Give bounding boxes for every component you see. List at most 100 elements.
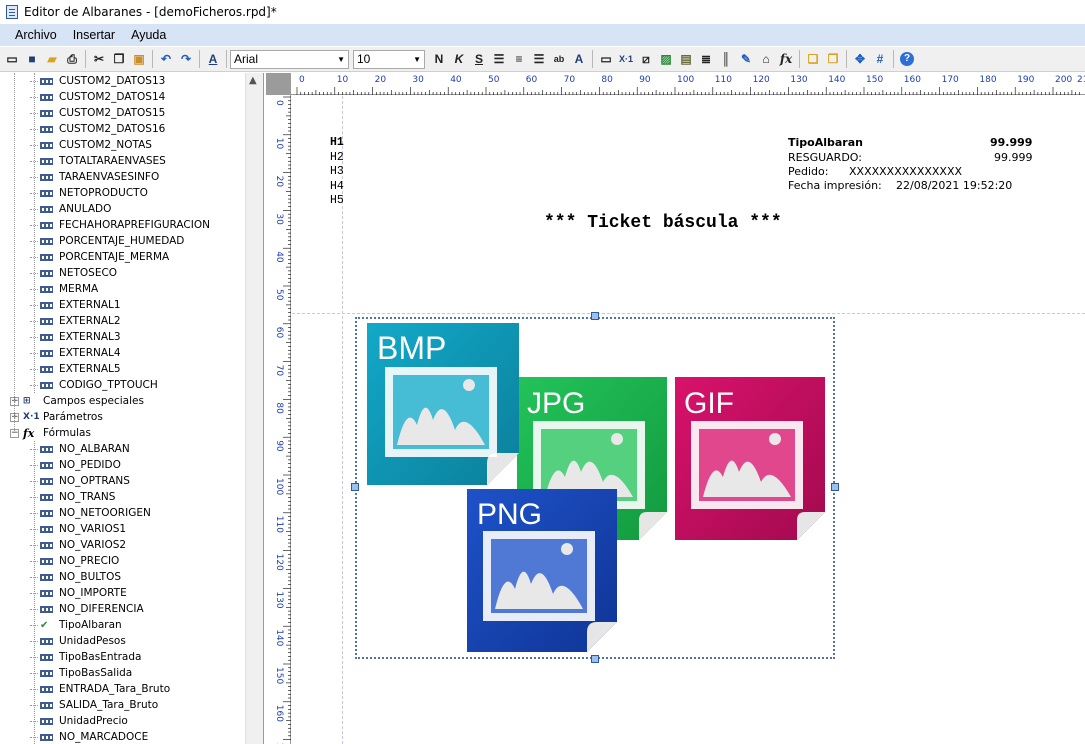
menu-archivo[interactable]: Archivo <box>8 28 66 42</box>
resize-handle-top[interactable] <box>591 312 599 320</box>
database-icon[interactable]: ▤ <box>676 49 696 69</box>
tree-item[interactable]: CUSTOM2_DATOS13 <box>30 73 165 89</box>
tree-item[interactable]: NO_OPTRANS <box>30 473 130 489</box>
image-frame[interactable]: GIF JPG BMP PNG <box>355 317 835 659</box>
picture-icon[interactable]: ▨ <box>656 49 676 69</box>
font-color-icon[interactable]: A <box>569 49 589 69</box>
tipo-albaran-value[interactable]: 99.999 <box>990 136 1032 149</box>
tree-item[interactable]: NO_MARCADOCE <box>30 729 148 744</box>
tree-item[interactable]: CUSTOM2_NOTAS <box>30 137 152 153</box>
snap-icon[interactable]: ✥ <box>850 49 870 69</box>
tree-item[interactable]: NETOSECO <box>30 265 117 281</box>
font-style-icon[interactable]: A <box>203 49 223 69</box>
pedido-value[interactable]: XXXXXXXXXXXXXXX <box>849 165 962 178</box>
font-size-combo[interactable]: 10 ▼ <box>353 49 425 69</box>
save-icon[interactable]: ■ <box>22 49 42 69</box>
tree-item[interactable]: ✔ TipoAlbaran <box>30 617 122 633</box>
tree-item[interactable]: TipoBasSalida <box>30 665 132 681</box>
header-h5[interactable]: H5 <box>330 194 344 207</box>
tree-item[interactable]: NO_TRANS <box>30 489 115 505</box>
tree-item[interactable]: CUSTOM2_DATOS14 <box>30 89 165 105</box>
parameter-icon[interactable]: X·1 <box>616 49 636 69</box>
copy-icon[interactable]: ❐ <box>109 49 129 69</box>
header-h4[interactable]: H4 <box>330 180 344 193</box>
image-frame-icon[interactable]: ⧄ <box>636 49 656 69</box>
new-icon[interactable]: ▭ <box>2 49 22 69</box>
text-field-icon[interactable]: ▭ <box>596 49 616 69</box>
redo-icon[interactable]: ↷ <box>176 49 196 69</box>
underline-button[interactable]: S <box>469 49 489 69</box>
print-icon[interactable]: ⎙ <box>62 49 82 69</box>
scroll-up-icon[interactable]: ▲ <box>249 75 257 86</box>
tree-group-formulas[interactable]: − fx Fórmulas <box>10 425 91 441</box>
list-icon[interactable]: ≣ <box>696 49 716 69</box>
paste-icon[interactable]: ▣ <box>129 49 149 69</box>
tree-item[interactable]: NO_VARIOS1 <box>30 521 126 537</box>
tree-item[interactable]: EXTERNAL4 <box>30 345 121 361</box>
tree-item[interactable]: EXTERNAL1 <box>30 297 121 313</box>
tree-group-parametros[interactable]: + X·1 Parámetros <box>10 409 103 425</box>
menu-insertar[interactable]: Insertar <box>66 28 124 42</box>
tree-group-campos-especiales[interactable]: + ⊞ Campos especiales <box>10 393 144 409</box>
text-color-icon[interactable]: ab <box>549 49 569 69</box>
resize-handle-right[interactable] <box>831 483 839 491</box>
tree-item[interactable]: TipoBasEntrada <box>30 649 141 665</box>
italic-button[interactable]: K <box>449 49 469 69</box>
open-icon[interactable]: ▰ <box>42 49 62 69</box>
bring-front-icon[interactable]: ❏ <box>803 49 823 69</box>
pedido-label[interactable]: Pedido: <box>788 165 828 178</box>
tree-item[interactable]: EXTERNAL2 <box>30 313 121 329</box>
tree-item[interactable]: UnidadPrecio <box>30 713 128 729</box>
header-h2[interactable]: H2 <box>330 151 344 164</box>
tree-item[interactable]: NO_PEDIDO <box>30 457 121 473</box>
tree-item[interactable]: NO_NETOORIGEN <box>30 505 151 521</box>
resguardo-value[interactable]: 99.999 <box>994 151 1033 164</box>
header-h3[interactable]: H3 <box>330 165 344 178</box>
tree-item[interactable]: EXTERNAL3 <box>30 329 121 345</box>
align-left-icon[interactable]: ☰ <box>489 49 509 69</box>
undo-icon[interactable]: ↶ <box>156 49 176 69</box>
tree-item[interactable]: EXTERNAL5 <box>30 361 121 377</box>
tree-item[interactable]: TOTALTARAENVASES <box>30 153 166 169</box>
tree-item[interactable]: PORCENTAJE_HUMEDAD <box>30 233 184 249</box>
tree-item[interactable]: SALIDA_Tara_Bruto <box>30 697 158 713</box>
tree-scrollbar[interactable]: ▲ <box>245 73 263 744</box>
tree-item[interactable]: TARAENVASESINFO <box>30 169 159 185</box>
send-back-icon[interactable]: ❐ <box>823 49 843 69</box>
tree-item[interactable]: NO_VARIOS2 <box>30 537 126 553</box>
stamp-icon[interactable]: ⌂ <box>756 49 776 69</box>
tree-item[interactable]: NO_DIFERENCIA <box>30 601 144 617</box>
formula-icon[interactable]: fx <box>776 49 796 69</box>
tree-item[interactable]: MERMA <box>30 281 98 297</box>
menu-ayuda[interactable]: Ayuda <box>124 28 175 42</box>
tree-item[interactable]: CUSTOM2_DATOS15 <box>30 105 165 121</box>
fecha-label[interactable]: Fecha impresión: <box>788 179 882 192</box>
font-combo[interactable]: Arial ▼ <box>230 49 349 69</box>
grid-icon[interactable]: # <box>870 49 890 69</box>
ticket-title[interactable]: *** Ticket báscula *** <box>544 213 782 233</box>
help-icon[interactable]: ? <box>897 49 917 69</box>
tree-item[interactable]: NETOPRODUCTO <box>30 185 148 201</box>
tree-item[interactable]: NO_PRECIO <box>30 553 119 569</box>
align-center-icon[interactable]: ≡ <box>509 49 529 69</box>
tree-item[interactable]: FECHAHORAPREFIGURACION <box>30 217 210 233</box>
barcode-icon[interactable]: ║ <box>716 49 736 69</box>
tipo-albaran-label[interactable]: TipoAlbaran <box>788 136 863 149</box>
tree-item[interactable]: PORCENTAJE_MERMA <box>30 249 169 265</box>
tree-item[interactable]: CODIGO_TPTOUCH <box>30 377 158 393</box>
tree-item[interactable]: CUSTOM2_DATOS16 <box>30 121 165 137</box>
align-right-icon[interactable]: ☰ <box>529 49 549 69</box>
tree-item[interactable]: NO_ALBARAN <box>30 441 130 457</box>
tree-item[interactable]: ENTRADA_Tara_Bruto <box>30 681 170 697</box>
resguardo-label[interactable]: RESGUARDO: <box>788 151 862 164</box>
resize-handle-bottom[interactable] <box>591 655 599 663</box>
tree-item[interactable]: NO_IMPORTE <box>30 585 127 601</box>
bold-button[interactable]: N <box>429 49 449 69</box>
tree-item[interactable]: UnidadPesos <box>30 633 126 649</box>
resize-handle-left[interactable] <box>351 483 359 491</box>
header-h1[interactable]: H1 <box>330 136 344 149</box>
fecha-value[interactable]: 22/08/2021 19:52:20 <box>896 179 1012 192</box>
tree-item[interactable]: ANULADO <box>30 201 111 217</box>
signature-icon[interactable]: ✎ <box>736 49 756 69</box>
tree-item[interactable]: NO_BULTOS <box>30 569 121 585</box>
